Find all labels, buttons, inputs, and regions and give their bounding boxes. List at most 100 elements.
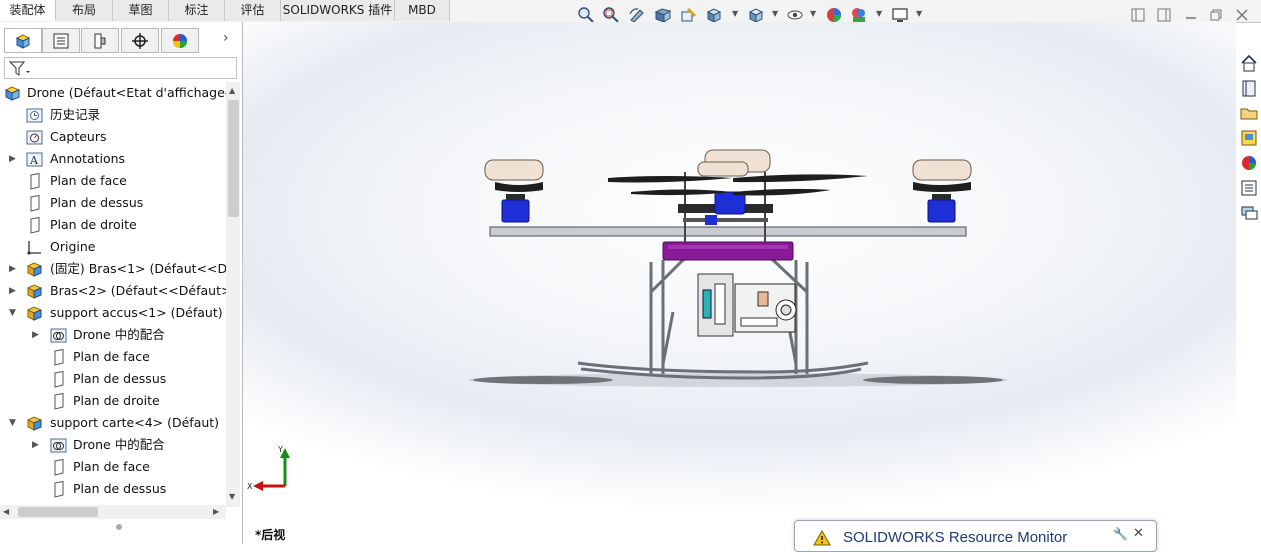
chevron-down-icon[interactable]: ▼ [916,9,922,18]
feature-manager-icon[interactable] [4,28,42,53]
chevron-down-icon[interactable]: ▼ [810,9,816,18]
configuration-manager-icon[interactable] [81,28,119,53]
plane-icon [54,371,64,388]
tree-item-mates[interactable]: ▶ Drone 中的配合 [0,324,226,346]
tab-layout[interactable]: 布局 [56,0,113,21]
part-icon [26,306,43,321]
dimxpert-icon[interactable] [121,28,159,53]
chevron-down-icon[interactable]: ▼ [876,9,882,18]
history-icon [26,108,43,123]
design-library-icon[interactable] [1239,78,1259,98]
tree-item-top-plane[interactable]: Plan de dessus [0,192,226,214]
restore-icon[interactable] [1209,8,1223,22]
left-motor [495,182,543,223]
center-motor [714,191,746,215]
tab-markup[interactable]: 标注 [169,0,225,21]
resource-monitor-popup[interactable]: SOLIDWORKS Resource Monitor 🔧 ✕ [794,520,1157,552]
feature-manager-panel: › Drone (Défaut<Etat d'affichage-1 历史记录 … [0,22,243,544]
property-manager-icon[interactable] [42,28,80,53]
tree-item-history[interactable]: 历史记录 [0,104,226,126]
tree-item-mates[interactable]: ▶ Drone 中的配合 [0,434,226,456]
expand-arrow-icon[interactable]: ▶ [9,258,19,280]
close-icon[interactable] [1235,8,1249,22]
tab-sketch[interactable]: 草图 [113,0,169,21]
annotations-icon: A [26,152,43,167]
sensors-icon [26,130,43,145]
forum-icon[interactable] [1239,203,1259,223]
display-manager-icon[interactable] [161,28,199,53]
chevron-down-icon[interactable]: ▼ [732,9,738,18]
plane-icon [30,173,40,190]
scroll-down-icon[interactable]: ▼ [229,492,235,501]
propeller-caps [484,149,972,181]
tree-item-support-accus[interactable]: ▼ support accus<1> (Défaut) [0,302,226,324]
expand-arrow-icon[interactable]: ▶ [9,280,19,302]
minimize-icon[interactable] [1184,8,1198,22]
home-icon[interactable] [1239,53,1259,73]
file-explorer-icon[interactable] [1239,103,1259,123]
tree-filter[interactable] [4,57,237,79]
plane-icon [30,217,40,234]
triad-y-label: Y [277,445,283,454]
tree-item-bras-2[interactable]: ▶ Bras<2> (Défaut<<Défaut>_E [0,280,226,302]
scroll-left-icon[interactable]: ◀ [3,507,9,516]
vertical-scroll-thumb[interactable] [228,100,239,217]
tree-item-top-plane[interactable]: Plan de dessus [0,368,226,390]
frame-arm [489,226,967,237]
svg-text:A: A [29,154,39,167]
part-icon [26,284,43,299]
battery [662,241,794,261]
panel-resize-handle[interactable] [116,524,122,530]
graphics-area[interactable]: Y X [243,22,1236,544]
tree-item-front-plane[interactable]: Plan de face [0,170,226,192]
tree-item-sensors[interactable]: Capteurs [0,126,226,148]
settings-icon[interactable]: 🔧 [1113,527,1128,541]
view-palette-icon[interactable] [1239,128,1259,148]
plane-icon [54,459,64,476]
chevron-down-icon[interactable]: ▼ [772,9,778,18]
propellers [608,174,868,196]
expand-arrow-icon[interactable]: ▶ [9,148,19,170]
triad-x-label: X [247,482,253,491]
drone-model[interactable]: Y X [243,22,1236,544]
tree-item-right-plane[interactable]: Plan de droite [0,390,226,412]
expand-arrow-icon[interactable]: ▶ [32,324,42,346]
tree-item-support-carte[interactable]: ▼ support carte<4> (Défaut) [0,412,226,434]
close-icon[interactable]: ✕ [1133,526,1144,541]
collapse-arrow-icon[interactable]: ▼ [9,302,19,324]
mates-icon [50,328,67,343]
electronics-board [697,273,797,337]
scroll-up-icon[interactable]: ▲ [229,86,235,95]
tree-item-front-plane[interactable]: Plan de face [0,456,226,478]
tab-assembly[interactable]: 装配体 [0,0,56,21]
ground-shadow [863,376,1003,384]
part-icon [26,416,43,431]
tile-right-icon[interactable] [1157,8,1171,22]
tree-item-front-plane[interactable]: Plan de face [0,346,226,368]
tab-solidworks-addins[interactable]: SOLIDWORKS 插件 [281,0,395,21]
tree-item-origin[interactable]: Origine [0,236,226,258]
collapse-arrow-icon[interactable]: ▼ [9,412,19,434]
plane-icon [54,481,64,498]
tree-item-top-plane[interactable]: Plan de dessus [0,478,226,500]
filter-icon[interactable] [9,60,31,77]
tab-mbd[interactable]: MBD [395,0,450,21]
appearances-icon[interactable] [1239,153,1259,173]
tree-item-right-plane[interactable]: Plan de droite [0,214,226,236]
tree-item-bras-1[interactable]: ▶ (固定) Bras<1> (Défaut<<Défa [0,258,226,280]
coordinate-triad: Y X [247,445,290,491]
view-name-label: *后视 [255,528,286,542]
scroll-right-icon[interactable]: ▶ [213,507,219,516]
expand-arrow-icon[interactable]: ▶ [32,434,42,456]
origin-icon [27,241,41,255]
tab-evaluate[interactable]: 评估 [225,0,281,21]
part-icon [26,262,43,277]
plane-icon [54,393,64,410]
tile-left-icon[interactable] [1131,8,1145,22]
panel-tabs: › [0,28,242,54]
custom-properties-icon[interactable] [1239,178,1259,198]
tree-item-annotations[interactable]: ▶ A Annotations [0,148,226,170]
chevron-right-icon[interactable]: › [223,30,229,46]
horizontal-scroll-thumb[interactable] [18,507,98,517]
tree-item-drone[interactable]: Drone (Défaut<Etat d'affichage-1 [0,82,226,104]
